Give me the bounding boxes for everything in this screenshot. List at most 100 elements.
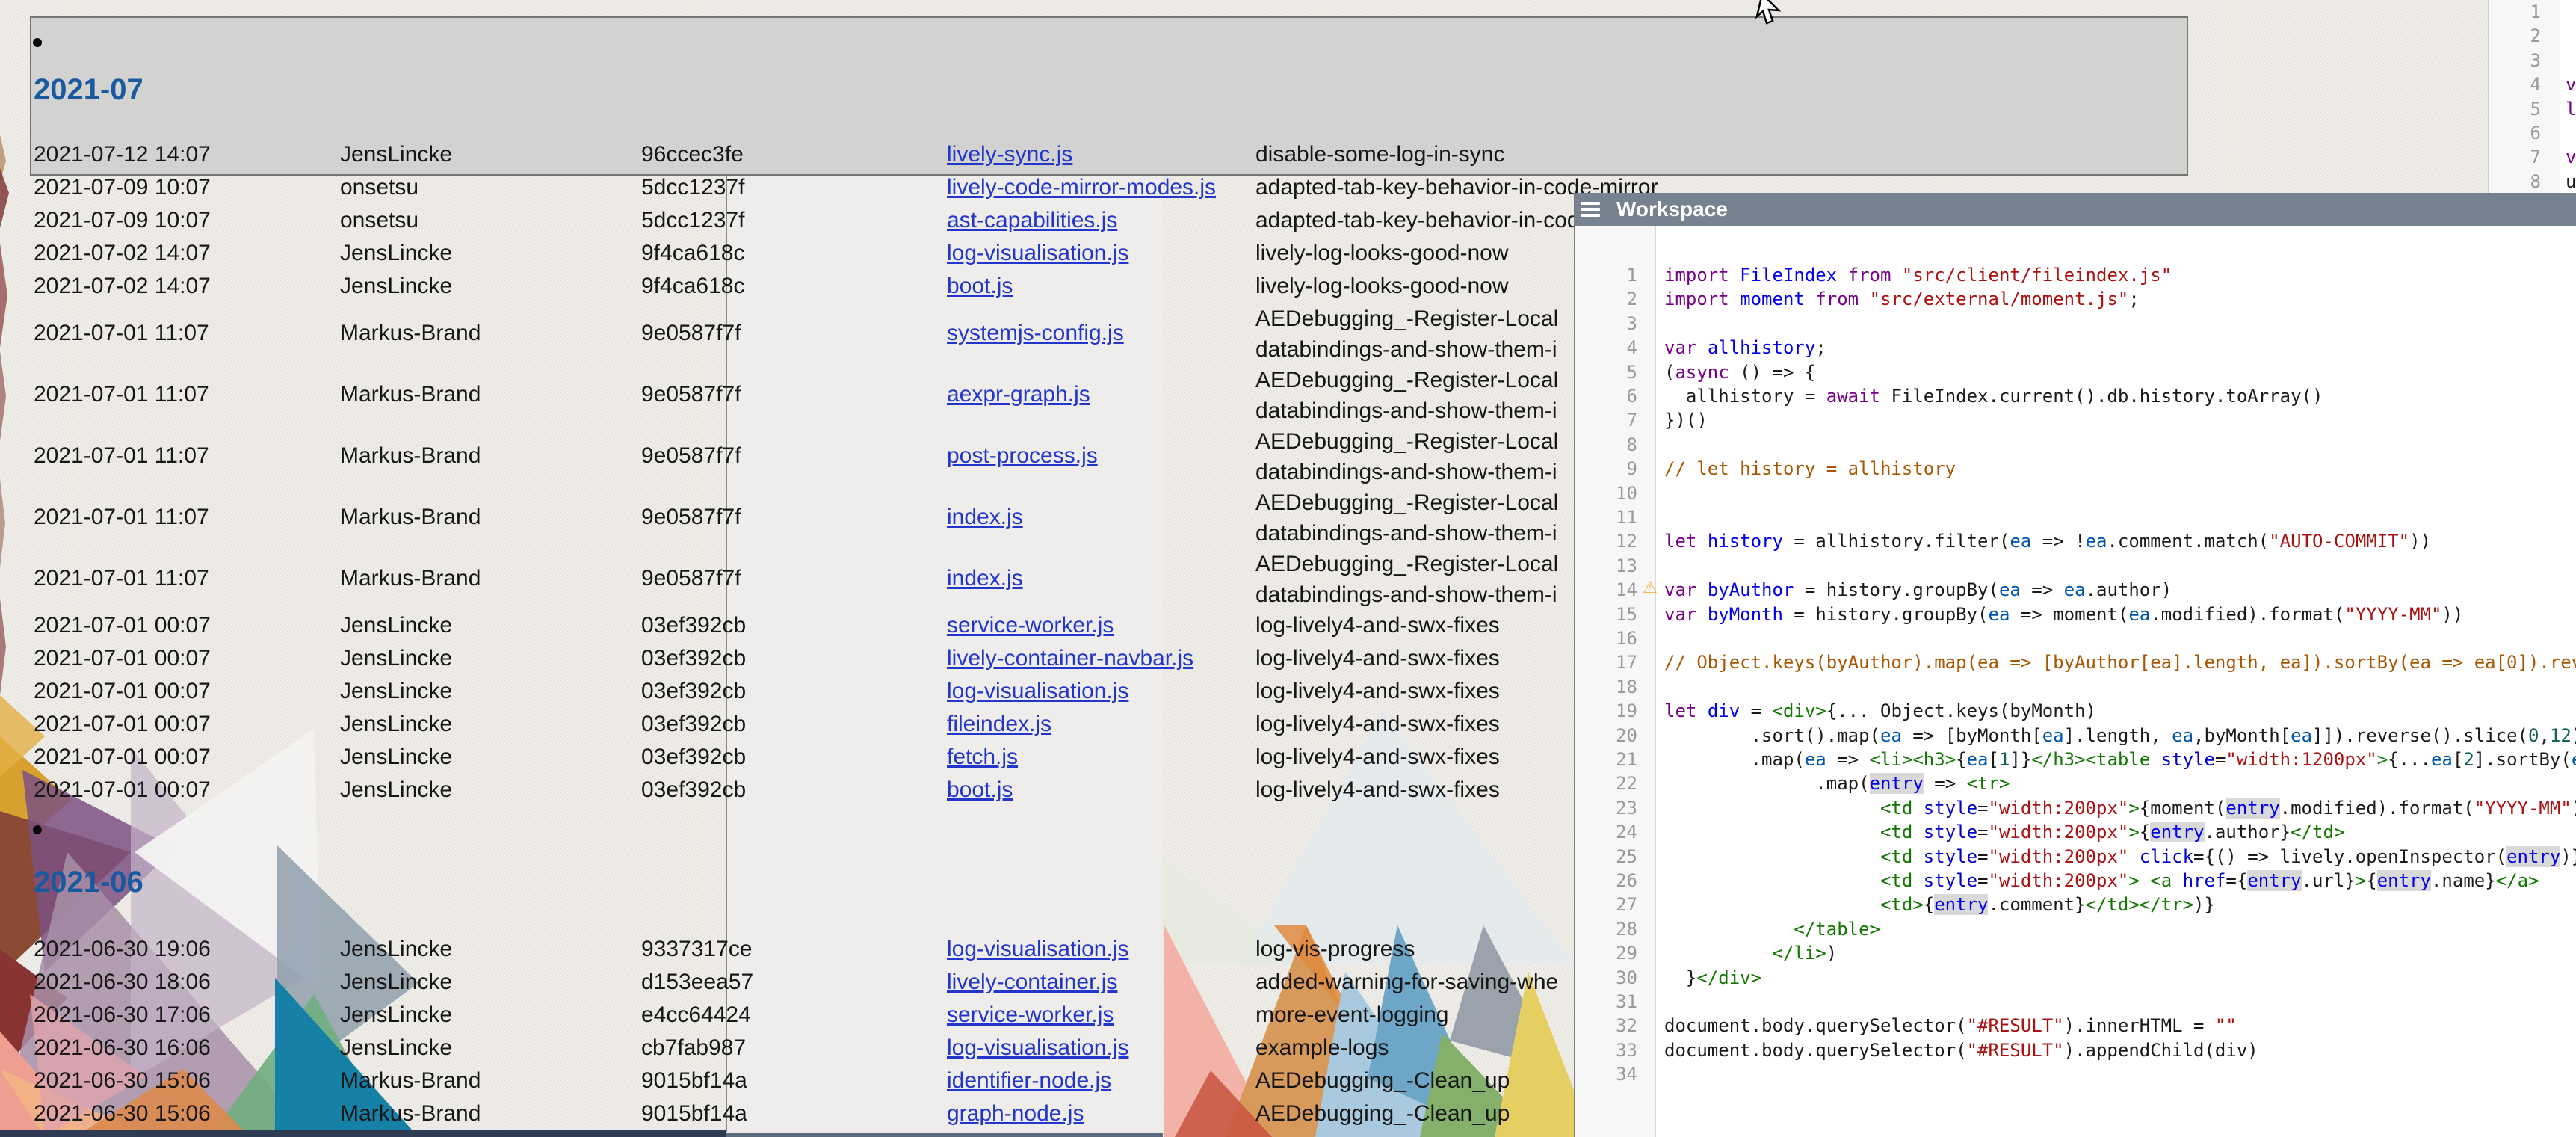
commit-date: 2021-06-30 16:06 <box>34 1032 211 1064</box>
commit-hash: 5dcc1237f <box>641 204 744 237</box>
code-line: <td>{entry.comment}</td></tr>)} <box>1664 893 2215 917</box>
commit-date: 2021-07-01 00:07 <box>34 741 211 774</box>
history-row: 2021-07-01 00:07JensLincke03ef392cblivel… <box>0 642 1574 675</box>
commit-author: JensLincke <box>340 609 452 642</box>
file-cell: aexpr-graph.js <box>947 364 1090 425</box>
line-number: 13 <box>1575 554 1637 579</box>
commit-date: 2021-07-09 10:07 <box>34 204 211 237</box>
file-link[interactable]: service-worker.js <box>947 1002 1114 1028</box>
commit-message: AEDebugging_-Clean_up <box>1255 1064 1510 1097</box>
commit-message: log-lively4-and-swx-fixes <box>1255 675 1500 708</box>
commit-author: Markus-Brand <box>340 548 481 609</box>
file-link[interactable]: log-visualisation.js <box>947 937 1128 962</box>
line-number: 4 <box>1575 336 1637 360</box>
commit-message: log-lively4-and-swx-fixes <box>1255 708 1500 741</box>
file-link[interactable]: graph-node.js <box>947 1101 1084 1127</box>
history-row: 2021-07-01 11:07Markus-Brand9e0587f7find… <box>0 487 1574 548</box>
commit-date: 2021-07-01 11:07 <box>34 364 209 425</box>
file-link[interactable]: index.js <box>947 566 1023 591</box>
history-row: 2021-06-30 16:06 JensLincke cb7fab987 log-v… <box>0 1032 1574 1064</box>
history-row: 2021-07-01 11:07Markus-Brand9e0587f7fpos… <box>0 425 1574 487</box>
file-link[interactable]: lively-container.js <box>947 970 1117 995</box>
line-number: 7 <box>2489 145 2541 170</box>
file-link[interactable]: service-worker.js <box>947 613 1114 638</box>
history-row: 2021-07-01 00:07JensLincke03ef392cbboot.… <box>0 774 1574 807</box>
commit-author: JensLincke <box>340 966 452 999</box>
commit-message: AEDebugging_-Register-Localdatabindings-… <box>1255 303 1558 365</box>
file-link[interactable]: log-visualisation.js <box>947 241 1128 266</box>
line-number: 26 <box>1575 869 1637 893</box>
file-link[interactable]: log-visualisation.js <box>947 1035 1128 1061</box>
warning-icon: ⚠ <box>1640 578 1660 603</box>
commit-author: Markus-Brand <box>340 487 481 548</box>
file-link[interactable]: boot.js <box>947 777 1013 803</box>
line-number: 25 <box>1575 845 1637 869</box>
file-cell: ast-capabilities.js <box>947 204 1117 237</box>
line-number: 2 <box>2489 24 2541 49</box>
commit-message: log-lively4-and-swx-fixes <box>1255 642 1500 675</box>
file-link[interactable]: fileindex.js <box>947 712 1051 737</box>
code-line: import FileIndex from "src/client/filein… <box>1664 263 2172 288</box>
commit-hash: 9f4ca618c <box>641 270 744 303</box>
workspace-titlebar[interactable]: Workspace <box>1575 193 2576 226</box>
commit-author: Markus-Brand <box>340 1097 481 1130</box>
commit-author: JensLincke <box>340 642 452 675</box>
list-bullet <box>33 825 42 834</box>
file-cell: lively-sync.js <box>947 138 1072 171</box>
workspace-window[interactable]: Workspace import FileIndex from "src/cli… <box>1574 193 2576 1137</box>
file-link[interactable]: post-process.js <box>947 443 1098 469</box>
code-line: let history = allhistory.filter(ea => !e… <box>1664 529 2431 554</box>
line-number: 24 <box>1575 820 1637 845</box>
commit-date: 2021-07-02 14:07 <box>34 237 211 270</box>
file-cell: graph-node.js <box>947 1097 1084 1130</box>
desktop: 2021-072021-07-12 14:07JensLincke96ccec3… <box>0 0 2576 1137</box>
commit-author: JensLincke <box>340 138 452 171</box>
line-number: 2 <box>1575 287 1637 312</box>
file-link[interactable]: lively-sync.js <box>947 142 1072 167</box>
side-editor-window[interactable]: valevau 12345678 <box>2488 0 2576 193</box>
code-line: let div = <div>{... Object.keys(byMonth) <box>1664 699 2096 724</box>
history-row: 2021-07-09 10:07onsetsu5dcc1237flively-c… <box>0 171 1574 204</box>
code-line: <td style="width:200px"> <a href={entry.… <box>1664 869 2539 893</box>
file-cell: service-worker.js <box>947 999 1114 1032</box>
file-link[interactable]: boot.js <box>947 274 1013 299</box>
commit-author: JensLincke <box>340 1032 452 1064</box>
commit-hash: 03ef392cb <box>641 708 746 741</box>
commit-date: 2021-06-30 17:06 <box>34 999 211 1032</box>
commit-message: AEDebugging_-Clean_up <box>1255 1097 1510 1130</box>
code-line: })() <box>1664 408 1708 433</box>
file-link[interactable]: systemjs-config.js <box>947 321 1124 346</box>
commit-author: Markus-Brand <box>340 1064 481 1097</box>
code-line: document.body.querySelector("#RESULT").i… <box>1664 1014 2237 1038</box>
month-heading: 2021-07 <box>34 73 143 106</box>
code-line: var byMonth = history.groupBy(ea => mome… <box>1664 603 2463 627</box>
history-row: 2021-06-30 15:06Markus-Brand9015bf14aide… <box>0 1064 1574 1097</box>
file-cell: fileindex.js <box>947 708 1051 741</box>
file-cell: post-process.js <box>947 425 1098 487</box>
file-link[interactable]: ast-capabilities.js <box>947 208 1117 233</box>
workspace-editor[interactable]: import FileIndex from "src/client/filein… <box>1575 226 2576 1137</box>
line-number: 5 <box>2489 97 2541 122</box>
file-link[interactable]: lively-code-mirror-modes.js <box>947 175 1216 200</box>
commit-message: log-vis-progress <box>1255 933 1415 966</box>
commit-date: 2021-07-01 11:07 <box>34 487 209 548</box>
file-link[interactable]: log-visualisation.js <box>947 679 1128 704</box>
commit-author: Markus-Brand <box>340 364 481 425</box>
file-link[interactable]: aexpr-graph.js <box>947 382 1090 407</box>
commit-hash: 96ccec3fe <box>641 138 744 171</box>
commit-hash: 9015bf14a <box>641 1064 747 1097</box>
file-link[interactable]: lively-container-navbar.js <box>947 646 1193 671</box>
hamburger-icon[interactable] <box>1581 199 1607 220</box>
commit-message: log-lively4-and-swx-fixes <box>1255 774 1500 807</box>
history-row: 2021-07-01 00:07JensLincke03ef392cbfilei… <box>0 708 1574 741</box>
history-row: 2021-07-01 00:07JensLincke03ef392cbfetch… <box>0 741 1574 774</box>
commit-message: more-event-logging <box>1255 999 1448 1032</box>
commit-author: JensLincke <box>340 237 452 270</box>
mouse-cursor <box>1753 0 1786 27</box>
file-link[interactable]: fetch.js <box>947 745 1018 770</box>
line-number: 15 <box>1575 603 1637 627</box>
file-link[interactable]: index.js <box>947 505 1023 530</box>
history-row: 2021-07-09 10:07onsetsu5dcc1237fast-capa… <box>0 204 1574 237</box>
file-link[interactable]: identifier-node.js <box>947 1068 1111 1094</box>
commit-hash: cb7fab987 <box>641 1032 746 1064</box>
